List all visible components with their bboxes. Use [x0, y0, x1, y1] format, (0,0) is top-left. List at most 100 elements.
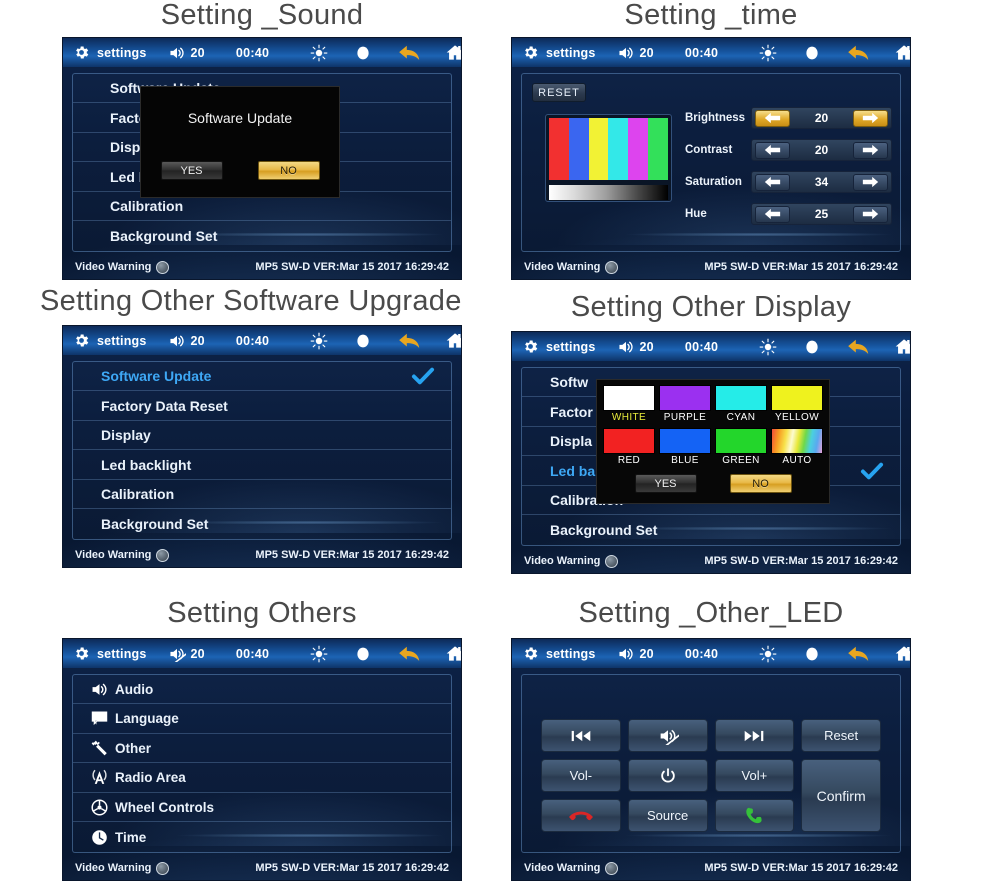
color-bars: [549, 118, 668, 181]
color-option-purple[interactable]: PURPLE: [659, 385, 711, 425]
device-screen: settings 20 00:40: [511, 331, 911, 574]
video-warning-indicator: [156, 548, 170, 562]
gear-icon[interactable]: [522, 338, 539, 355]
back-arrow-icon[interactable]: [398, 43, 422, 62]
next-track-button[interactable]: [714, 719, 795, 752]
list-item[interactable]: Background Set: [73, 221, 451, 250]
increase-button[interactable]: [853, 173, 888, 191]
color-option-auto[interactable]: AUTO: [771, 428, 823, 468]
back-arrow-icon[interactable]: [847, 43, 871, 62]
confirm-button[interactable]: Confirm: [801, 759, 881, 832]
clock-label: 00:40: [684, 339, 719, 354]
home-icon[interactable]: [445, 331, 461, 350]
source-button[interactable]: Source: [627, 799, 708, 832]
reset-button[interactable]: RESET: [532, 83, 586, 102]
yes-button[interactable]: YES: [160, 161, 223, 180]
list-item-time[interactable]: Time: [73, 822, 451, 851]
list-item[interactable]: Led backlight: [73, 450, 451, 480]
no-button[interactable]: NO: [257, 161, 320, 180]
power-button[interactable]: [627, 759, 708, 792]
back-arrow-icon[interactable]: [398, 644, 422, 663]
brightness-icon[interactable]: [310, 44, 328, 62]
gear-icon[interactable]: [73, 645, 90, 662]
gear-icon[interactable]: [73, 332, 90, 349]
list-item-radio-area[interactable]: Radio Area: [73, 763, 451, 793]
increase-button[interactable]: [853, 205, 888, 223]
moon-icon[interactable]: [803, 338, 821, 356]
list-item[interactable]: Display: [73, 421, 451, 451]
gear-icon[interactable]: [522, 44, 539, 61]
moon-icon[interactable]: [354, 332, 372, 350]
volume-icon[interactable]: [168, 333, 186, 349]
settings-label: settings: [546, 45, 596, 60]
list-item[interactable]: Background Set: [73, 509, 451, 538]
no-button[interactable]: NO: [729, 474, 792, 493]
video-warning: Video Warning: [75, 260, 170, 274]
prev-track-button[interactable]: [541, 719, 621, 752]
home-icon[interactable]: [445, 644, 461, 663]
color-option-green[interactable]: GREEN: [715, 428, 767, 468]
adjust-label: Saturation: [685, 176, 742, 188]
home-icon[interactable]: [445, 43, 461, 62]
gear-icon[interactable]: [522, 645, 539, 662]
color-label: AUTO: [782, 455, 812, 466]
volume-icon[interactable]: [617, 646, 635, 662]
color-option-white[interactable]: WHITE: [603, 385, 655, 425]
moon-icon[interactable]: [803, 44, 821, 62]
clock-label: 00:40: [684, 45, 719, 60]
list-item-other[interactable]: Other: [73, 734, 451, 764]
increase-button[interactable]: [853, 141, 888, 159]
moon-icon[interactable]: [354, 645, 372, 663]
color-option-yellow[interactable]: YELLOW: [771, 385, 823, 425]
mute-button[interactable]: [627, 719, 708, 752]
decrease-button[interactable]: [755, 205, 790, 223]
volume-up-button[interactable]: Vol+: [714, 759, 795, 792]
decrease-button[interactable]: [755, 141, 790, 159]
gear-icon[interactable]: [73, 44, 90, 61]
decrease-button[interactable]: [755, 109, 790, 127]
list-item-audio[interactable]: Audio: [73, 675, 451, 705]
brightness-icon[interactable]: [310, 332, 328, 350]
list-item-language[interactable]: Language: [73, 704, 451, 734]
list-item[interactable]: Calibration: [73, 480, 451, 510]
back-arrow-icon[interactable]: [847, 337, 871, 356]
hangup-button[interactable]: [541, 799, 621, 832]
back-arrow-icon[interactable]: [398, 331, 422, 350]
list-item-wheel-controls[interactable]: Wheel Controls: [73, 793, 451, 823]
list-item-selected[interactable]: Software Update: [73, 362, 451, 392]
color-option-blue[interactable]: BLUE: [659, 428, 711, 468]
version-label: MP5 SW-D VER:Mar 15 2017 16:29:42: [255, 862, 449, 874]
list-item[interactable]: Factory Data Reset: [73, 391, 451, 421]
yes-button[interactable]: YES: [634, 474, 697, 493]
brightness-icon[interactable]: [759, 44, 777, 62]
reset-button[interactable]: Reset: [801, 719, 881, 752]
prev-track-icon: [570, 729, 592, 743]
increase-button[interactable]: [853, 109, 888, 127]
color-label: GREEN: [722, 455, 760, 466]
color-label: YELLOW: [774, 412, 820, 423]
volume-icon[interactable]: [617, 45, 635, 61]
content-frame: RESET Brightness 20 Contrast 20 Saturati…: [521, 73, 901, 252]
settings-label: settings: [97, 646, 147, 661]
software-update-dialog: Software Update YES NO: [140, 86, 340, 198]
home-icon[interactable]: [894, 43, 910, 62]
call-button[interactable]: [714, 799, 795, 832]
volume-down-button[interactable]: Vol-: [541, 759, 621, 792]
moon-icon[interactable]: [354, 44, 372, 62]
brightness-icon[interactable]: [759, 338, 777, 356]
home-icon[interactable]: [894, 644, 910, 663]
brightness-icon[interactable]: [310, 645, 328, 663]
moon-icon[interactable]: [803, 645, 821, 663]
version-label: MP5 SW-D VER:Mar 15 2017 16:29:42: [704, 261, 898, 273]
home-icon[interactable]: [894, 337, 910, 356]
color-option-red[interactable]: RED: [603, 428, 655, 468]
volume-muted-icon[interactable]: [168, 646, 186, 662]
volume-icon[interactable]: [617, 339, 635, 355]
brightness-icon[interactable]: [759, 645, 777, 663]
decrease-button[interactable]: [755, 173, 790, 191]
color-label: PURPLE: [663, 412, 707, 423]
back-arrow-icon[interactable]: [847, 644, 871, 663]
list-item[interactable]: Background Set: [522, 515, 900, 544]
color-option-cyan[interactable]: CYAN: [715, 385, 767, 425]
volume-icon[interactable]: [168, 45, 186, 61]
